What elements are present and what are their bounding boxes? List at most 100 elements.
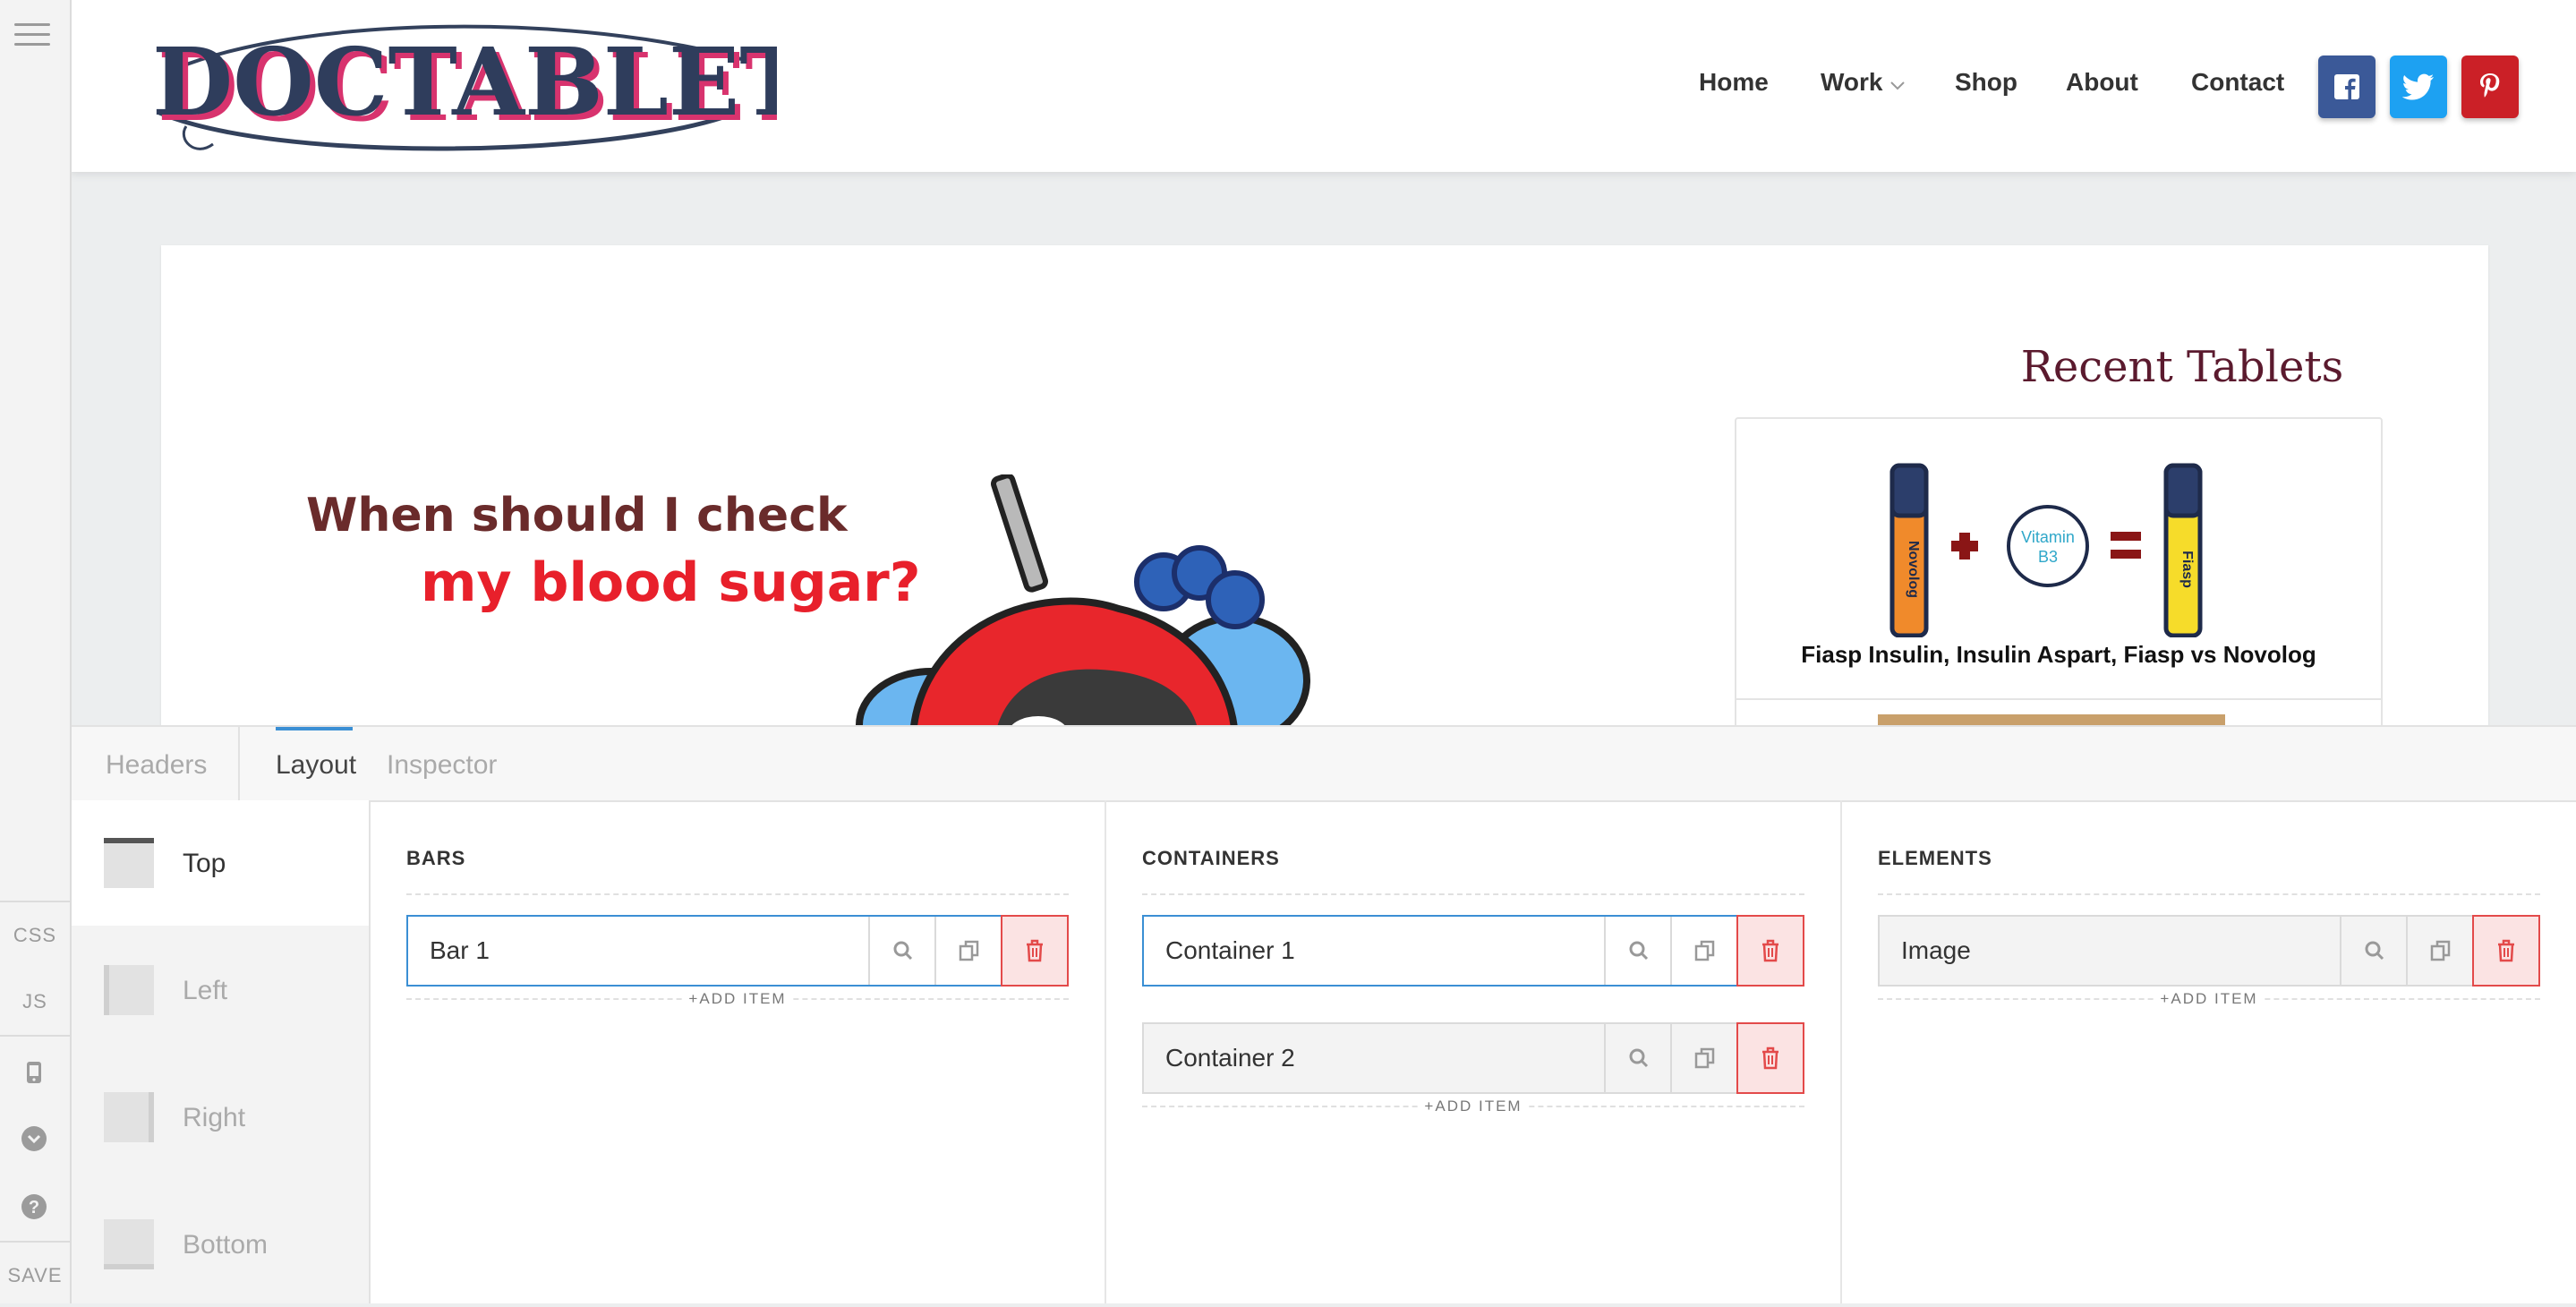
menu-icon[interactable]	[14, 23, 50, 53]
css-button[interactable]: CSS	[0, 924, 70, 947]
help-icon[interactable]: ?	[20, 1192, 48, 1221]
chevron-down-circle-icon[interactable]	[20, 1124, 48, 1153]
js-button[interactable]: JS	[0, 990, 70, 1013]
add-bar-item[interactable]: +ADD ITEM	[406, 990, 1069, 1008]
item-name: Container 2	[1165, 1044, 1295, 1072]
site-logo[interactable]: DOCTABLET DOCTABLET	[132, 5, 777, 167]
divider	[406, 893, 1069, 895]
container-item[interactable]: Container 2	[1142, 1022, 1804, 1094]
editor-sidebar: CSS JS ? SAVE	[0, 0, 72, 1303]
bar-item[interactable]: Bar 1	[406, 915, 1069, 987]
device-icon[interactable]	[20, 1058, 48, 1087]
add-item-label: +ADD ITEM	[2154, 990, 2264, 1008]
search-icon	[893, 941, 913, 961]
nav-work-label: Work	[1821, 68, 1883, 96]
pinterest-button[interactable]	[2461, 56, 2519, 118]
layout-left-icon	[104, 965, 154, 1015]
copy-icon	[959, 940, 979, 961]
copy-icon	[2430, 940, 2451, 961]
site-header: DOCTABLET DOCTABLET Home Work Shop About…	[70, 0, 2576, 172]
delete-button[interactable]	[2472, 915, 2540, 987]
add-element-item[interactable]: +ADD ITEM	[1878, 990, 2540, 1008]
divider	[1736, 698, 2381, 700]
hero-illustration	[856, 474, 1310, 734]
nav-contact[interactable]: Contact	[2191, 68, 2284, 97]
active-tab-indicator	[276, 727, 353, 730]
post-card[interactable]: Novolog Vitamin B3 Fiasp Fiasp Insulin, …	[1735, 417, 2383, 743]
inspect-button[interactable]	[1604, 917, 1672, 985]
item-name: Image	[1901, 936, 1971, 964]
nav-shop[interactable]: Shop	[1955, 68, 2017, 97]
chevron-down-icon	[1890, 81, 1905, 90]
divider	[1878, 893, 2540, 895]
position-left[interactable]: Left	[70, 927, 369, 1053]
bars-title: BARS	[406, 847, 466, 869]
divider	[0, 901, 70, 902]
logo-text: DOCTABLET	[152, 27, 777, 137]
copy-icon	[1694, 1047, 1715, 1069]
save-button[interactable]: SAVE	[0, 1264, 70, 1287]
add-item-label: +ADD ITEM	[1419, 1098, 1528, 1115]
delete-button[interactable]	[1736, 1022, 1804, 1094]
inspect-button[interactable]	[868, 917, 936, 985]
panel-tabs: Headers Layout Inspector	[70, 725, 2576, 802]
search-icon	[2365, 941, 2384, 961]
nav-home[interactable]: Home	[1699, 68, 1769, 97]
divider	[238, 727, 240, 800]
duplicate-button[interactable]	[2406, 917, 2474, 985]
trash-icon	[1762, 939, 1778, 962]
divider	[1142, 893, 1804, 895]
elements-column: ELEMENTS Image +ADD ITEM	[1878, 800, 2540, 1303]
divider	[0, 1241, 70, 1243]
position-selector: Top Left Right Bottom	[70, 800, 371, 1303]
divider	[1840, 800, 1842, 1303]
layout-editor-panel: Headers Layout Inspector Top Left Right …	[70, 725, 2576, 1303]
layout-right-icon	[104, 1092, 154, 1142]
trash-icon	[1027, 939, 1043, 962]
duplicate-button[interactable]	[934, 917, 1002, 985]
position-top[interactable]: Top	[70, 800, 369, 926]
search-icon	[1629, 1048, 1649, 1068]
divider	[1105, 800, 1106, 1303]
inspect-button[interactable]	[1604, 1024, 1672, 1092]
tab-headers[interactable]: Headers	[106, 750, 207, 781]
trash-icon	[2498, 939, 2514, 962]
containers-column: CONTAINERS Container 1 Container 2 +ADD …	[1142, 800, 1804, 1303]
twitter-icon	[2402, 73, 2434, 100]
delete-button[interactable]	[1736, 915, 1804, 987]
containers-title: CONTAINERS	[1142, 847, 1280, 869]
nav-about[interactable]: About	[2066, 68, 2138, 97]
fiasp-pen-label: Fiasp	[2179, 551, 2195, 588]
layout-bottom-icon	[104, 1219, 154, 1269]
content-card: When should I check my blood sugar? Rece…	[161, 245, 2488, 743]
vitamin-label-1: Vitamin	[2021, 528, 2075, 546]
add-container-item[interactable]: +ADD ITEM	[1142, 1098, 1804, 1115]
duplicate-button[interactable]	[1670, 917, 1738, 985]
position-bottom[interactable]: Bottom	[70, 1182, 369, 1307]
twitter-button[interactable]	[2390, 56, 2447, 118]
pinterest-icon	[2480, 73, 2500, 98]
position-label: Right	[183, 1103, 246, 1132]
item-name: Bar 1	[430, 936, 490, 964]
element-item[interactable]: Image	[1878, 915, 2540, 987]
tab-inspector[interactable]: Inspector	[387, 750, 497, 781]
duplicate-button[interactable]	[1670, 1024, 1738, 1092]
novolog-pen-label: Novolog	[1906, 541, 1921, 598]
post-title[interactable]: Fiasp Insulin, Insulin Aspart, Fiasp vs …	[1736, 641, 2381, 669]
position-right[interactable]: Right	[70, 1055, 369, 1180]
facebook-button[interactable]	[2318, 56, 2376, 118]
tab-layout[interactable]: Layout	[276, 750, 356, 781]
search-icon	[1629, 941, 1649, 961]
svg-text:?: ?	[29, 1198, 39, 1217]
bars-column: BARS Bar 1 +ADD ITEM	[406, 800, 1069, 1303]
add-item-label: +ADD ITEM	[683, 990, 792, 1008]
post-thumbnail[interactable]: Novolog Vitamin B3 Fiasp	[1889, 462, 2229, 637]
container-item[interactable]: Container 1	[1142, 915, 1804, 987]
delete-button[interactable]	[1001, 915, 1069, 987]
inspect-button[interactable]	[2340, 917, 2408, 985]
trash-icon	[1762, 1046, 1778, 1070]
divider	[0, 1035, 70, 1037]
position-label: Top	[183, 849, 226, 878]
recent-tablets-heading: Recent Tablets	[2020, 342, 2344, 392]
nav-work[interactable]: Work	[1821, 68, 1906, 97]
